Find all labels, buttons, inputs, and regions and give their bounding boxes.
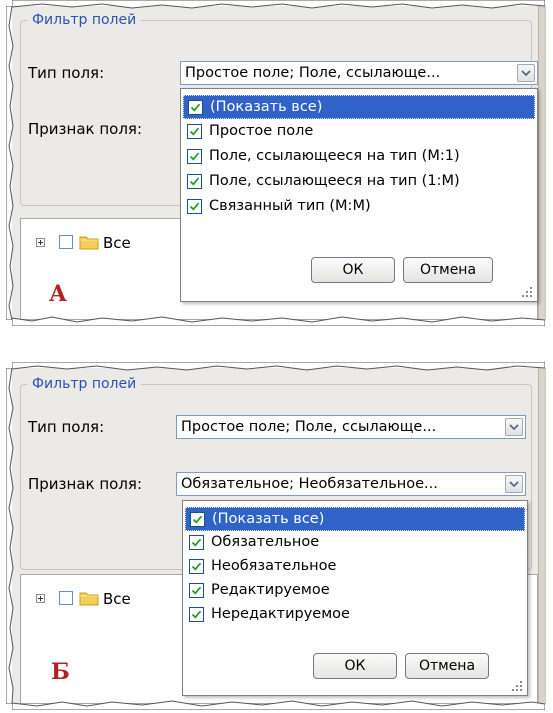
- popup-option-label: Редактируемое: [211, 582, 330, 598]
- field-attr-dropdown-button[interactable]: [505, 475, 523, 493]
- tree-item-all[interactable]: Все: [103, 590, 131, 608]
- field-type-dropdown-button[interactable]: [517, 64, 535, 82]
- screenshot-a: Фильтр полей Тип поля: Простое поле; Пол…: [6, 0, 546, 326]
- screenshot-b: Фильтр полей Тип поля: Простое поле; Пол…: [6, 362, 546, 710]
- popup-option-label: Необязательное: [211, 558, 337, 574]
- popup-option[interactable]: Поле, ссылающееся на тип (M:1): [183, 145, 535, 169]
- checkbox-checked-icon[interactable]: [187, 149, 202, 164]
- field-type-value: Простое поле; Поле, ссылающе...: [181, 419, 437, 435]
- popup-option-label: Поле, ссылающееся на тип (1:M): [209, 173, 460, 189]
- field-type-dropdown-button[interactable]: [505, 418, 523, 436]
- checkbox-checked-icon[interactable]: [189, 607, 204, 622]
- ok-button[interactable]: ОК: [313, 653, 397, 679]
- cancel-button[interactable]: Отмена: [403, 257, 493, 283]
- torn-edge-bottom: [12, 316, 545, 326]
- checkbox-checked-icon[interactable]: [189, 559, 204, 574]
- field-attr-value: Обязательное; Необязательное...: [181, 476, 438, 492]
- group-legend: Фильтр полей: [27, 375, 142, 393]
- popup-option[interactable]: (Показать все): [185, 507, 525, 531]
- field-type-combo[interactable]: Простое поле; Поле, ссылающе...: [180, 61, 538, 85]
- field-attr-popup[interactable]: (Показать все) Обязательное Необязательное…: [182, 500, 528, 696]
- checkbox-checked-icon[interactable]: [189, 583, 204, 598]
- popup-option[interactable]: Поле, ссылающееся на тип (1:M): [183, 170, 535, 194]
- torn-edge-top: [12, 362, 545, 371]
- field-type-label: Тип поля:: [28, 418, 105, 436]
- popup-option[interactable]: Необязательное: [185, 555, 525, 579]
- checkbox-checked-icon[interactable]: [187, 124, 202, 139]
- popup-option-label: Обязательное: [211, 534, 320, 550]
- expand-plus-icon[interactable]: [36, 238, 45, 247]
- popup-option-label: Связанный тип (M:M): [209, 198, 371, 214]
- field-type-combo[interactable]: Простое поле; Поле, ссылающе...: [176, 415, 526, 439]
- torn-edge-top: [12, 0, 545, 9]
- torn-edge-left: [6, 368, 14, 704]
- field-type-popup[interactable]: (Показать все) Простое поле Поле, ссылающе…: [180, 88, 538, 302]
- panel-marker: А: [49, 281, 67, 307]
- field-type-label: Тип поля:: [28, 64, 105, 82]
- field-attr-label: Признак поля:: [28, 475, 143, 493]
- popup-option-label: (Показать все): [210, 99, 323, 115]
- popup-option-label: (Показать все): [212, 511, 325, 527]
- resize-grip-icon[interactable]: [511, 679, 523, 691]
- chevron-down-icon: [521, 70, 531, 77]
- chevron-down-icon: [509, 481, 519, 488]
- field-attr-combo[interactable]: Обязательное; Необязательное...: [176, 472, 526, 496]
- checkbox-checked-icon[interactable]: [187, 174, 202, 189]
- tree-item-all[interactable]: Все: [103, 234, 131, 252]
- popup-option[interactable]: Нередактируемое: [185, 603, 525, 627]
- folder-icon: [79, 592, 99, 606]
- popup-option[interactable]: Простое поле: [183, 120, 535, 144]
- popup-option-label: Поле, ссылающееся на тип (M:1): [209, 148, 460, 164]
- torn-edge-bottom: [12, 700, 545, 710]
- checkbox-checked-icon[interactable]: [190, 512, 205, 527]
- popup-option[interactable]: Редактируемое: [185, 579, 525, 603]
- panel-marker: Б: [51, 659, 70, 685]
- field-type-value: Простое поле; Поле, ссылающе...: [185, 65, 441, 81]
- checkbox-checked-icon[interactable]: [189, 535, 204, 550]
- tree-checkbox[interactable]: [59, 591, 73, 605]
- right-edge-strip: [538, 368, 545, 704]
- popup-option[interactable]: (Показать все): [183, 95, 535, 119]
- checkbox-checked-icon[interactable]: [187, 199, 202, 214]
- right-edge-strip: [538, 6, 545, 320]
- chevron-down-icon: [509, 424, 519, 431]
- group-legend: Фильтр полей: [27, 11, 142, 29]
- popup-option-label: Простое поле: [209, 123, 314, 139]
- torn-edge-left: [6, 6, 14, 320]
- folder-icon: [79, 236, 99, 250]
- checkbox-checked-icon[interactable]: [188, 100, 203, 115]
- resize-grip-icon[interactable]: [521, 285, 533, 297]
- popup-option[interactable]: Связанный тип (M:M): [183, 195, 535, 219]
- field-attr-label: Признак поля:: [28, 120, 143, 138]
- ok-button[interactable]: ОК: [311, 257, 395, 283]
- popup-option[interactable]: Обязательное: [185, 531, 525, 555]
- cancel-button[interactable]: Отмена: [405, 653, 489, 679]
- popup-option-label: Нередактируемое: [211, 606, 350, 622]
- tree-checkbox[interactable]: [59, 235, 73, 249]
- expand-plus-icon[interactable]: [36, 594, 45, 603]
